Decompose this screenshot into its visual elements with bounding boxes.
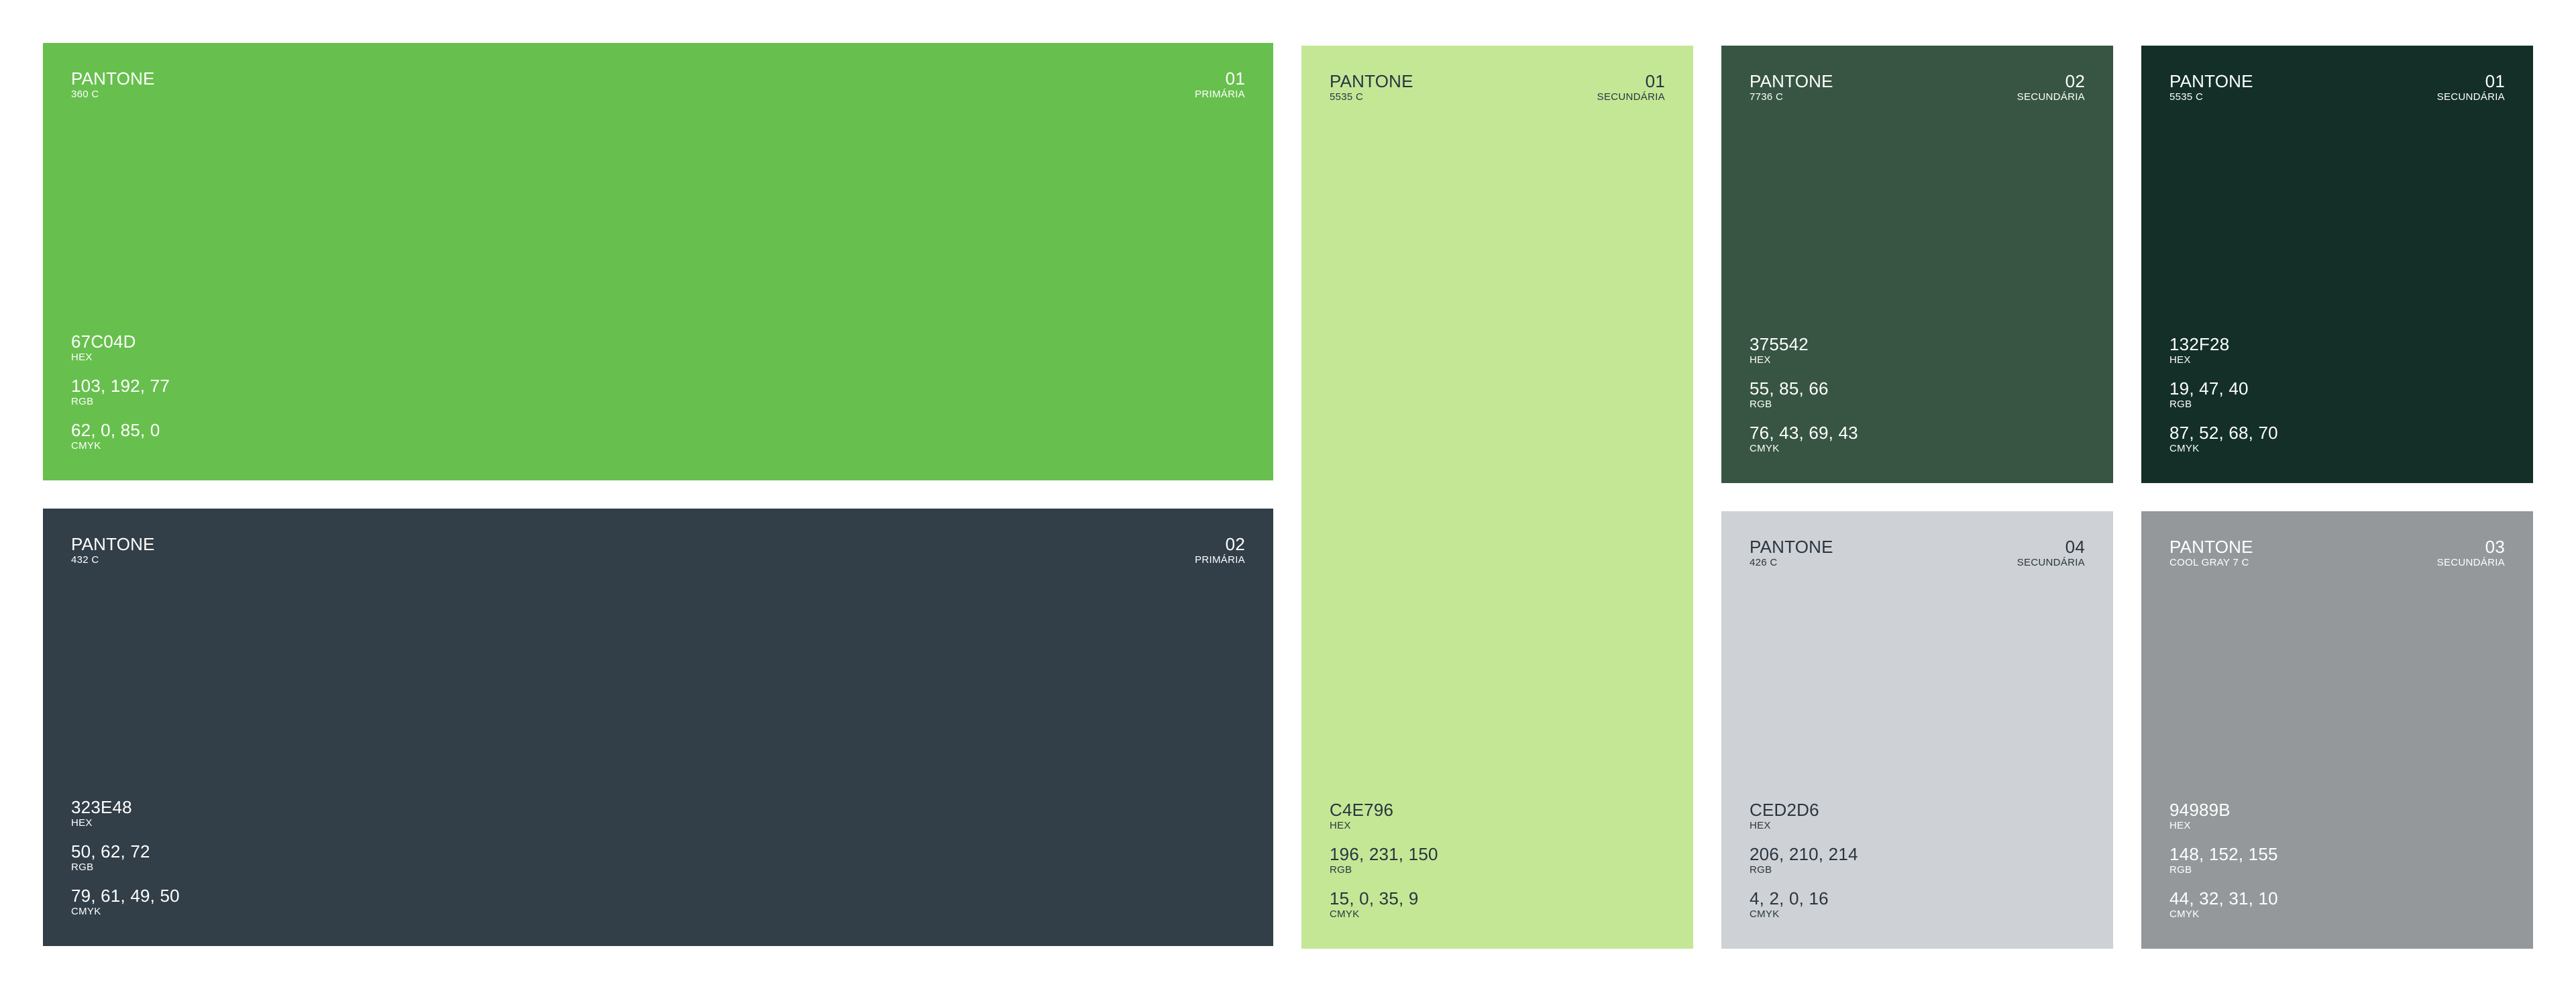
swatch-number: 03 <box>2485 537 2505 557</box>
cmyk-label: CMYK <box>1750 443 1780 454</box>
color-palette: PANTONE 360 C 01 PRIMÁRIA 67C04D HEX 103,… <box>0 0 2576 993</box>
pantone-code: 7736 C <box>1750 91 1784 103</box>
cmyk-value: 76, 43, 69, 43 <box>1750 423 1858 443</box>
rgb-label: RGB <box>2169 864 2192 876</box>
hex-label: HEX <box>1750 820 1771 831</box>
rgb-label: RGB <box>1750 399 1772 410</box>
rgb-value: 206, 210, 214 <box>1750 844 1858 864</box>
swatch-number: 01 <box>1225 68 1245 89</box>
rgb-label: RGB <box>71 861 94 873</box>
rgb-label: RGB <box>1750 864 1772 876</box>
pantone-label: PANTONE <box>2169 537 2253 557</box>
swatch-index: 02 PRIMÁRIA <box>1195 534 1245 566</box>
pantone-label: PANTONE <box>1750 71 1833 91</box>
pantone-code: 432 C <box>71 554 99 566</box>
swatch-role: PRIMÁRIA <box>1195 89 1245 100</box>
hex-value: 132F28 <box>2169 334 2230 354</box>
hex-label: HEX <box>71 352 93 363</box>
pantone-label: PANTONE <box>2169 71 2253 91</box>
color-values: 323E48 HEX 50, 62, 72 RGB 79, 61, 49, 50 CM… <box>71 797 180 921</box>
swatch-pantone-5535c-light: PANTONE 5535 C 01 SECUNDÁRIA C4E796 HEX 1… <box>1301 46 1693 949</box>
swatch-role: SECUNDÁRIA <box>1597 91 1665 103</box>
rgb-value: 55, 85, 66 <box>1750 378 1829 399</box>
rgb-label: RGB <box>71 396 94 407</box>
color-values: 132F28 HEX 19, 47, 40 RGB 87, 52, 68, 70 CM… <box>2169 334 2278 458</box>
color-values: 375542 HEX 55, 85, 66 RGB 76, 43, 69, 43 CM… <box>1750 334 1858 458</box>
hex-label: HEX <box>1330 820 1351 831</box>
cmyk-label: CMYK <box>71 906 101 917</box>
cmyk-label: CMYK <box>71 440 101 452</box>
rgb-value: 196, 231, 150 <box>1330 844 1438 864</box>
hex-value: 375542 <box>1750 334 1809 354</box>
swatch-name: PANTONE 5535 C <box>1330 71 1413 103</box>
cmyk-label: CMYK <box>1330 908 1360 920</box>
swatch-number: 02 <box>2065 71 2085 91</box>
swatch-number: 01 <box>1645 71 1665 91</box>
rgb-value: 50, 62, 72 <box>71 841 150 861</box>
swatch-number: 02 <box>1225 534 1245 554</box>
hex-value: 94989B <box>2169 800 2231 820</box>
swatch-role: SECUNDÁRIA <box>2017 557 2085 568</box>
swatch-pantone-426c: PANTONE 426 C 04 SECUNDÁRIA CED2D6 HEX 20… <box>1721 511 2113 949</box>
swatch-pantone-coolgray7c: PANTONE COOL GRAY 7 C 03 SECUNDÁRIA 9498… <box>2141 511 2533 949</box>
pantone-code: 5535 C <box>2169 91 2204 103</box>
swatch-pantone-7736c: PANTONE 7736 C 02 SECUNDÁRIA 375542 HEX 5… <box>1721 46 2113 483</box>
hex-value: C4E796 <box>1330 800 1394 820</box>
pantone-label: PANTONE <box>1750 537 1833 557</box>
color-values: 67C04D HEX 103, 192, 77 RGB 62, 0, 85, 0 CM… <box>71 331 170 455</box>
pantone-code: 5535 C <box>1330 91 1364 103</box>
cmyk-label: CMYK <box>2169 443 2200 454</box>
pantone-label: PANTONE <box>71 534 155 554</box>
swatch-name: PANTONE 360 C <box>71 68 155 101</box>
swatch-role: SECUNDÁRIA <box>2436 91 2505 103</box>
hex-label: HEX <box>71 817 93 829</box>
swatch-pantone-360c: PANTONE 360 C 01 PRIMÁRIA 67C04D HEX 103,… <box>43 43 1273 480</box>
pantone-label: PANTONE <box>1330 71 1413 91</box>
hex-label: HEX <box>2169 820 2191 831</box>
swatch-pantone-5535c-dark: PANTONE 5535 C 01 SECUNDÁRIA 132F28 HEX 1… <box>2141 46 2533 483</box>
hex-value: 67C04D <box>71 331 136 352</box>
color-values: C4E796 HEX 196, 231, 150 RGB 15, 0, 35, 9C… <box>1330 800 1438 923</box>
swatch-index: 03 SECUNDÁRIA <box>2437 537 2505 569</box>
cmyk-label: CMYK <box>1750 908 1780 920</box>
swatch-number: 04 <box>2065 537 2085 557</box>
pantone-code: COOL GRAY 7 C <box>2169 557 2249 568</box>
swatch-index: 01 SECUNDÁRIA <box>2437 71 2505 103</box>
swatch-index: 02 SECUNDÁRIA <box>2017 71 2085 103</box>
swatch-index: 01 PRIMÁRIA <box>1195 68 1245 101</box>
color-values: 94989B HEX 148, 152, 155 RGB 44, 32, 31, 1… <box>2169 800 2278 923</box>
swatch-name: PANTONE 432 C <box>71 534 155 566</box>
swatch-role: SECUNDÁRIA <box>2436 557 2505 568</box>
swatch-index: 04 SECUNDÁRIA <box>2017 537 2085 569</box>
swatch-index: 01 SECUNDÁRIA <box>1597 71 1665 103</box>
pantone-label: PANTONE <box>71 68 155 89</box>
cmyk-value: 79, 61, 49, 50 <box>71 886 180 906</box>
swatch-name: PANTONE COOL GRAY 7 C <box>2169 537 2253 569</box>
rgb-value: 148, 152, 155 <box>2169 844 2278 864</box>
cmyk-label: CMYK <box>2169 908 2200 920</box>
cmyk-value: 15, 0, 35, 9 <box>1330 888 1419 908</box>
rgb-label: RGB <box>1330 864 1352 876</box>
rgb-value: 103, 192, 77 <box>71 376 170 396</box>
swatch-number: 01 <box>2485 71 2505 91</box>
cmyk-value: 87, 52, 68, 70 <box>2169 423 2278 443</box>
hex-value: CED2D6 <box>1750 800 1819 820</box>
cmyk-value: 44, 32, 31, 10 <box>2169 888 2278 908</box>
hex-label: HEX <box>2169 354 2191 366</box>
swatch-name: PANTONE 5535 C <box>2169 71 2253 103</box>
cmyk-value: 4, 2, 0, 16 <box>1750 888 1829 908</box>
swatch-name: PANTONE 7736 C <box>1750 71 1833 103</box>
color-values: CED2D6 HEX 206, 210, 214 RGB 4, 2, 0, 16 CM… <box>1750 800 1858 923</box>
rgb-value: 19, 47, 40 <box>2169 378 2249 399</box>
swatch-role: PRIMÁRIA <box>1195 554 1245 566</box>
swatch-pantone-432c: PANTONE 432 C 02 PRIMÁRIA 323E48 HEX 50, … <box>43 509 1273 946</box>
cmyk-value: 62, 0, 85, 0 <box>71 420 160 440</box>
swatch-name: PANTONE 426 C <box>1750 537 1833 569</box>
pantone-code: 360 C <box>71 89 99 100</box>
hex-value: 323E48 <box>71 797 132 817</box>
pantone-code: 426 C <box>1750 557 1778 568</box>
swatch-role: SECUNDÁRIA <box>2017 91 2085 103</box>
hex-label: HEX <box>1750 354 1771 366</box>
rgb-label: RGB <box>2169 399 2192 410</box>
